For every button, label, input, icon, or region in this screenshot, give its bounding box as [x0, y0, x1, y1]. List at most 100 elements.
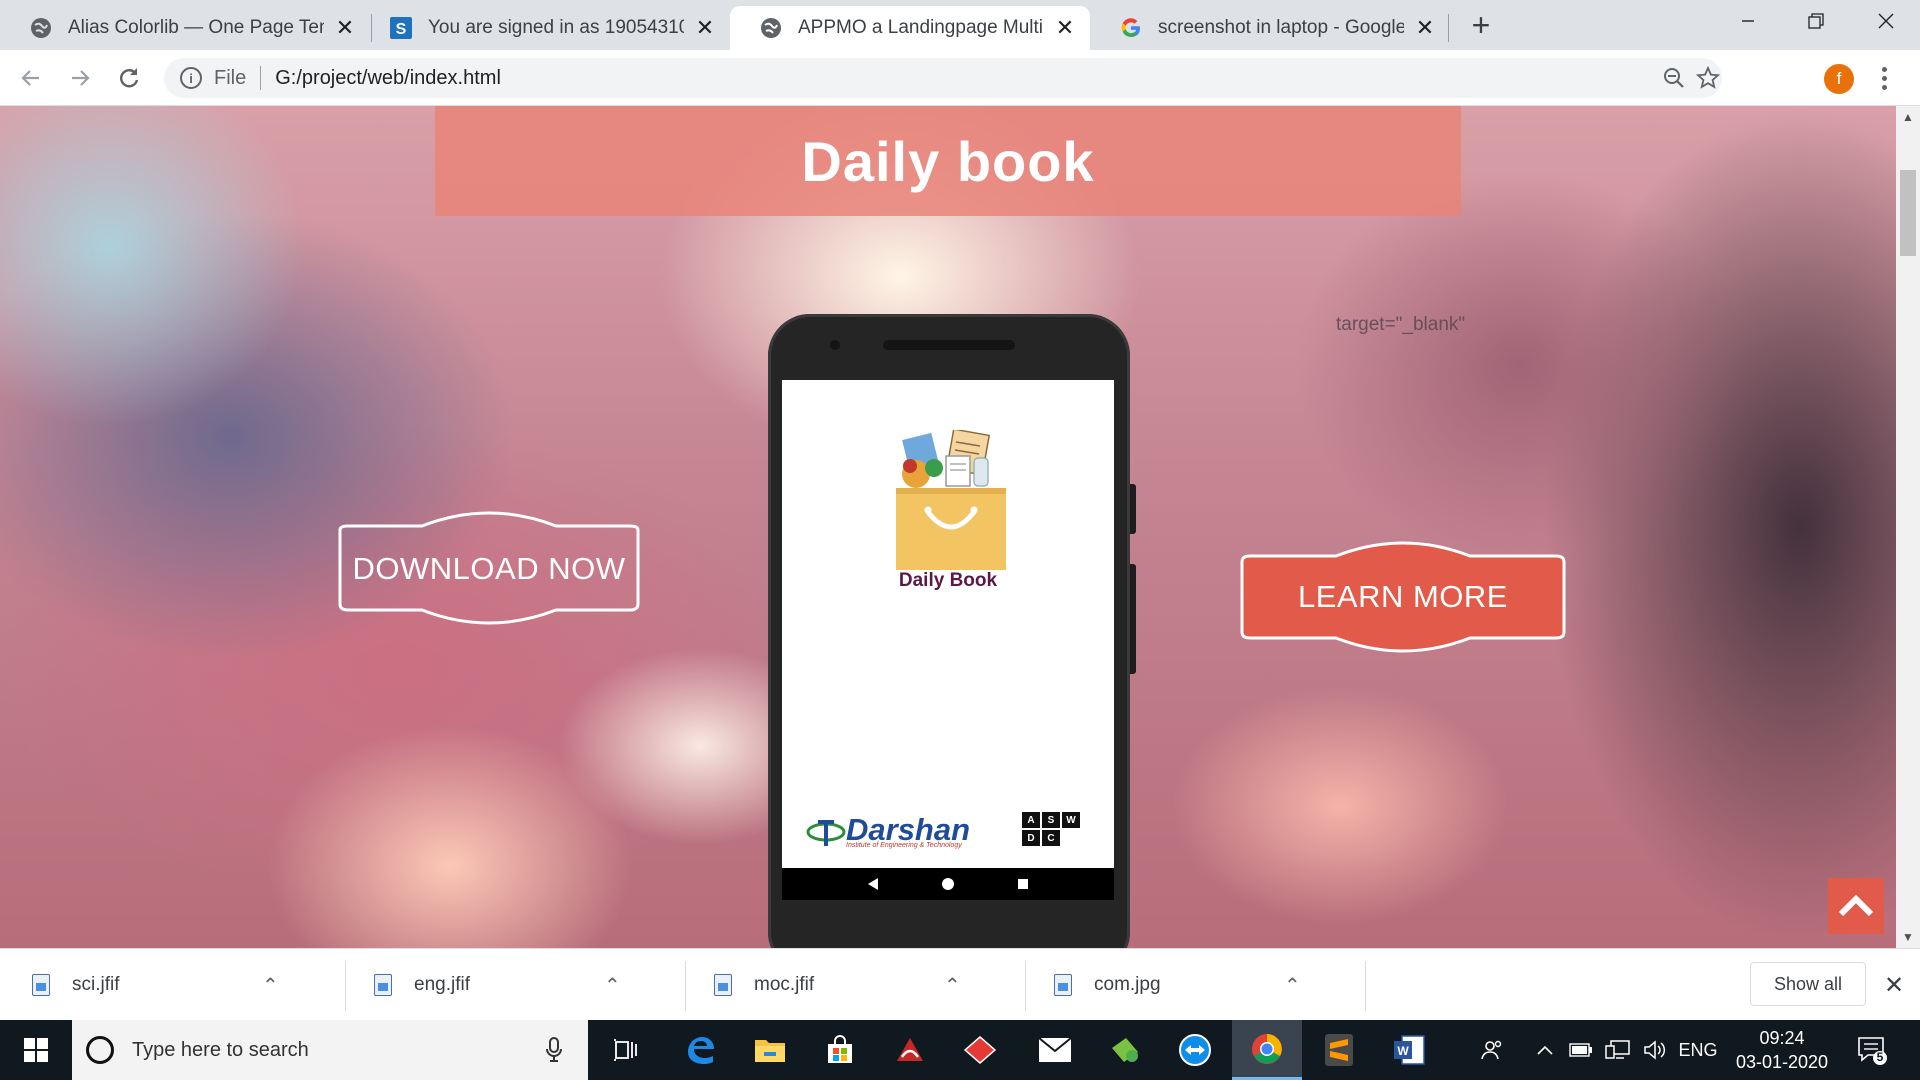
url-text[interactable]: G:/project/web/index.html — [275, 67, 501, 90]
svg-text:S: S — [396, 21, 407, 38]
teamviewer-icon[interactable] — [1160, 1020, 1230, 1080]
download-item[interactable]: com.jpg ⌃ — [1022, 949, 1301, 1021]
tab-google-search[interactable]: screenshot in laptop - Google Se ✕ — [1090, 6, 1450, 50]
nav-home-icon — [941, 878, 954, 890]
nav-recents-icon — [1017, 879, 1028, 889]
chevron-up-icon[interactable] — [1530, 1020, 1560, 1080]
people-icon[interactable] — [1474, 1020, 1510, 1080]
phone-power-button — [1130, 484, 1136, 534]
scroll-up-arrow-icon[interactable]: ▲ — [1896, 106, 1920, 128]
phone-screen: Daily Book Darshan Institute of Engineer… — [782, 380, 1114, 868]
nav-back-icon — [868, 878, 879, 890]
target-attribute-text: target="_blank" — [1336, 314, 1466, 335]
minimize-window-button[interactable] — [1714, 0, 1782, 42]
institute-name: Darshan — [846, 811, 971, 847]
browser-toolbar: i File G:/project/web/index.html f — [0, 50, 1920, 106]
chevron-up-icon[interactable]: ⌃ — [1284, 973, 1301, 998]
clock-date: 03-01-2020 — [1735, 1052, 1829, 1072]
scroll-down-arrow-icon[interactable]: ▼ — [1896, 926, 1920, 948]
back-button[interactable] — [14, 61, 48, 95]
show-all-downloads-button[interactable]: Show all — [1750, 962, 1866, 1006]
phone-speaker — [883, 340, 1015, 350]
tab-signed-in[interactable]: S You are signed in as 1905431070 ✕ — [360, 6, 730, 50]
download-now-button[interactable]: DOWNLOAD NOW — [326, 508, 652, 630]
tab-title: APPMO a Landingpage Multipur — [798, 17, 1044, 38]
image-file-icon — [374, 974, 392, 996]
badge-letter: S — [1042, 812, 1060, 828]
learn-more-button[interactable]: LEARN MORE — [1240, 536, 1566, 658]
battery-icon[interactable] — [1566, 1020, 1596, 1080]
globe-icon — [760, 17, 782, 39]
download-now-label: DOWNLOAD NOW — [352, 551, 626, 586]
page-scrollbar[interactable]: ▲ ▼ — [1896, 106, 1920, 948]
chevron-up-icon — [1838, 894, 1874, 917]
microphone-icon[interactable] — [544, 1037, 564, 1063]
badge-letter: D — [1022, 830, 1040, 846]
menu-kebab-icon[interactable] — [1872, 62, 1896, 94]
app-red-icon[interactable] — [945, 1020, 1015, 1080]
download-filename: moc.jfif — [754, 974, 815, 995]
tab-title: You are signed in as 1905431070 — [428, 17, 684, 38]
profile-avatar[interactable]: f — [1824, 64, 1854, 94]
close-shelf-icon[interactable]: ✕ — [1880, 971, 1908, 999]
scheme-label: File — [214, 66, 247, 89]
tab-title: screenshot in laptop - Google Se — [1158, 17, 1404, 38]
bookmark-star-icon[interactable] — [1688, 58, 1728, 98]
windows-start-icon[interactable] — [0, 1020, 72, 1080]
tab-appmo[interactable]: APPMO a Landingpage Multipur ✕ — [730, 6, 1090, 50]
download-shelf: sci.jfif ⌃ eng.jfif ⌃ moc.jfif ⌃ com.jpg… — [0, 948, 1920, 1020]
reload-button[interactable] — [112, 61, 146, 95]
close-tab-icon[interactable]: ✕ — [334, 15, 356, 40]
edge-icon[interactable] — [665, 1020, 735, 1080]
download-item[interactable]: sci.jfif ⌃ — [0, 949, 279, 1021]
forward-button[interactable] — [63, 61, 97, 95]
store-icon[interactable] — [805, 1020, 875, 1080]
taskbar-search-box[interactable]: Type here to search — [72, 1020, 588, 1080]
tab-title: Alias Colorlib — One Page Templ — [68, 17, 324, 38]
download-item[interactable]: eng.jfif ⌃ — [342, 949, 621, 1021]
language-indicator[interactable]: ENG — [1676, 1020, 1720, 1080]
file-explorer-icon[interactable] — [735, 1020, 805, 1080]
sublime-icon[interactable] — [1304, 1020, 1374, 1080]
word-icon[interactable]: W — [1374, 1020, 1444, 1080]
close-tab-icon[interactable]: ✕ — [694, 15, 716, 40]
chevron-up-icon[interactable]: ⌃ — [944, 973, 961, 998]
institute-subtitle: Institute of Engineering & Technology — [846, 841, 962, 849]
download-item[interactable]: moc.jfif ⌃ — [682, 949, 961, 1021]
network-icon[interactable] — [1602, 1020, 1634, 1080]
system-clock[interactable]: 09:24 03-01-2020 — [1720, 1026, 1844, 1074]
address-bar[interactable]: i File G:/project/web/index.html — [164, 58, 1722, 98]
close-tab-icon[interactable]: ✕ — [1054, 15, 1076, 40]
action-center-icon[interactable]: 5 — [1856, 1034, 1888, 1066]
tab-strip: Alias Colorlib — One Page Templ ✕ S You … — [0, 0, 1920, 50]
shopping-bag-logo-icon — [890, 428, 1006, 570]
scroll-to-top-button[interactable] — [1828, 878, 1884, 934]
s-logo-icon: S — [390, 17, 412, 39]
svg-text:W: W — [1397, 1044, 1409, 1058]
page-title: Daily book — [801, 129, 1095, 193]
download-filename: eng.jfif — [414, 974, 470, 995]
chrome-icon[interactable] — [1232, 1020, 1302, 1080]
clock-time: 09:24 — [1759, 1028, 1805, 1048]
close-tab-icon[interactable]: ✕ — [1414, 15, 1436, 40]
volume-icon[interactable] — [1640, 1020, 1670, 1080]
download-divider — [1365, 961, 1366, 1011]
site-info-icon[interactable]: i — [180, 67, 202, 89]
image-file-icon — [1054, 974, 1072, 996]
task-view-icon[interactable] — [590, 1020, 660, 1080]
restore-window-button[interactable] — [1782, 0, 1850, 42]
cortana-icon[interactable] — [86, 1036, 114, 1064]
mail-icon[interactable] — [1020, 1020, 1090, 1080]
phone-mockup: Daily Book Darshan Institute of Engineer… — [768, 314, 1136, 948]
app-green-icon[interactable] — [1090, 1020, 1160, 1080]
new-tab-button[interactable]: + — [1466, 9, 1496, 41]
close-window-button[interactable] — [1852, 0, 1920, 42]
chevron-up-icon[interactable]: ⌃ — [262, 973, 279, 998]
image-file-icon — [32, 974, 50, 996]
chevron-up-icon[interactable]: ⌃ — [604, 973, 621, 998]
badge-letter: W — [1062, 812, 1080, 828]
tab-alias-colorlib[interactable]: Alias Colorlib — One Page Templ ✕ — [0, 6, 370, 50]
image-file-icon — [714, 974, 732, 996]
scrollbar-thumb[interactable] — [1900, 170, 1916, 256]
acrobat-icon[interactable] — [875, 1020, 945, 1080]
